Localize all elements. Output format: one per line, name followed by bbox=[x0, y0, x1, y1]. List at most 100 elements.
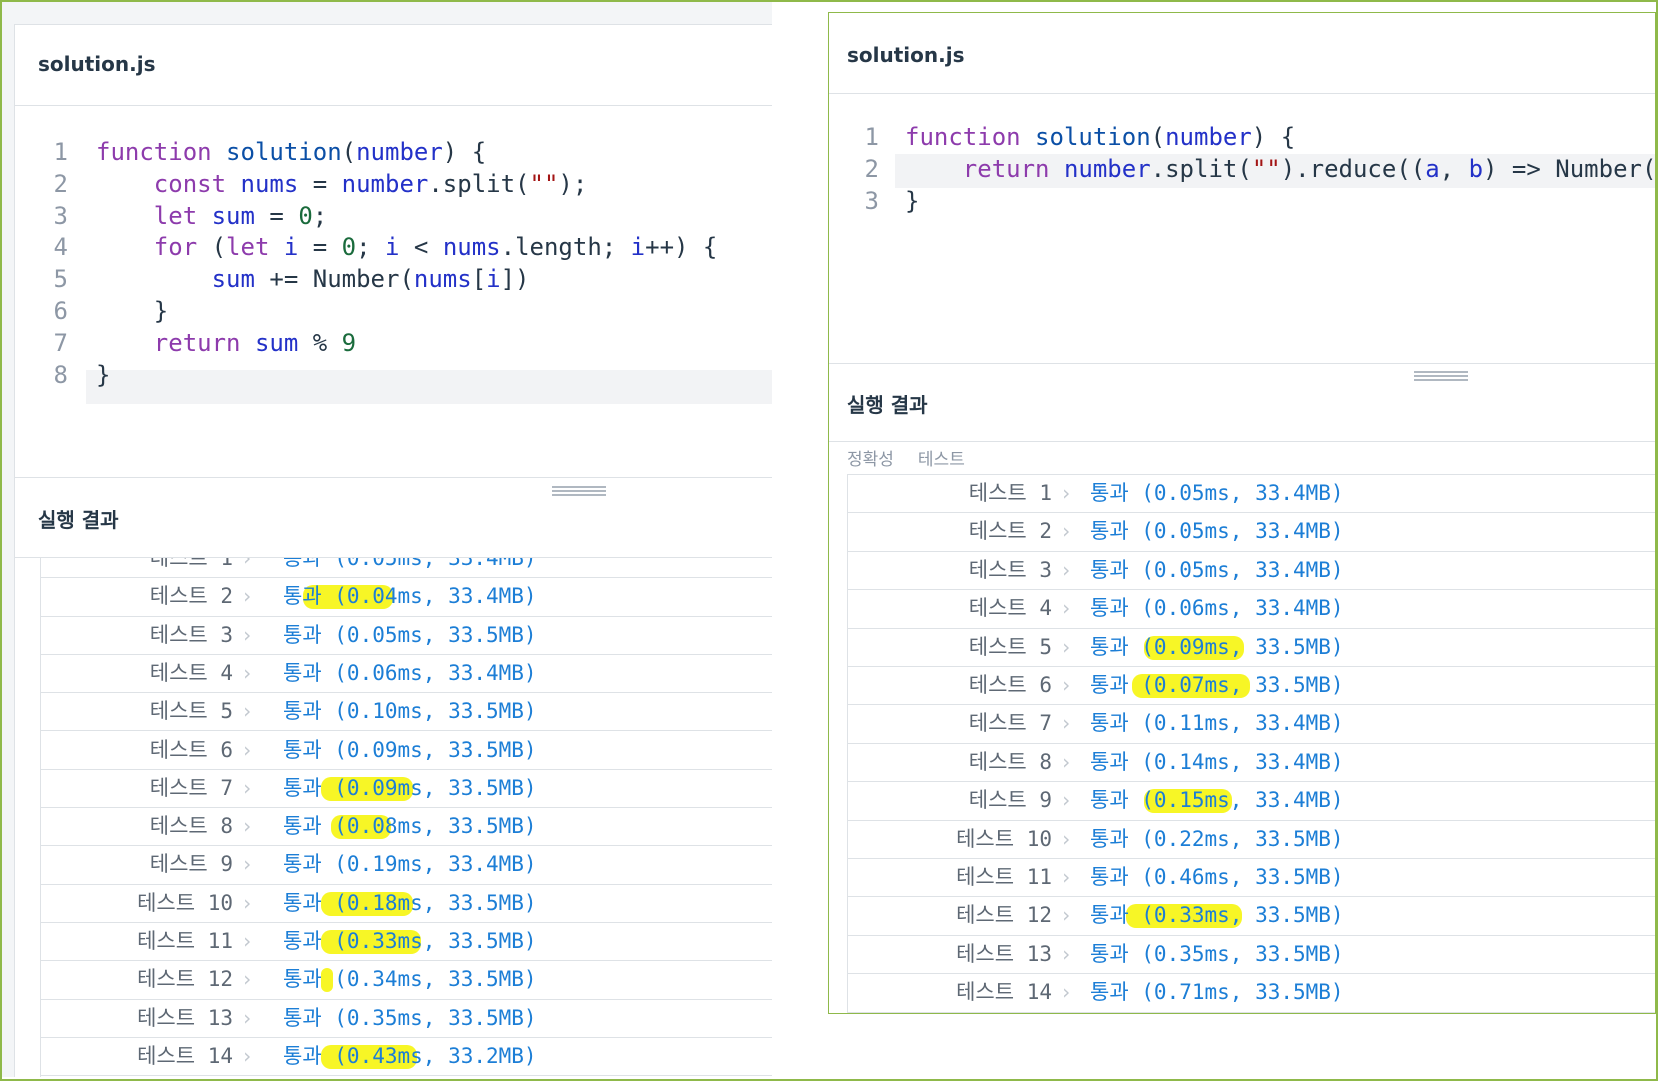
code-line[interactable]: 4 for (let i = 0; i < nums.length; i++) … bbox=[14, 230, 772, 264]
test-row[interactable]: 테스트 10 › 통과 (0.18ms, 33.5MB) bbox=[41, 885, 772, 923]
code-token: } bbox=[96, 297, 169, 325]
code-line[interactable]: 7 return sum % 9 bbox=[14, 326, 772, 360]
test-row[interactable]: 테스트 5 › 통과 (0.09ms, 33.5MB) bbox=[848, 629, 1655, 667]
chevron-right-icon: › bbox=[241, 622, 254, 647]
test-row[interactable]: 테스트 6 › 통과 (0.07ms, 33.5MB) bbox=[848, 667, 1655, 706]
line-number: 8 bbox=[53, 360, 68, 389]
code-line[interactable]: 2 const nums = number.split(""); bbox=[14, 167, 772, 201]
test-result: 통과 (0.10ms, 33.5MB) bbox=[283, 699, 537, 724]
results-title: 실행 결과 bbox=[847, 393, 928, 417]
test-row[interactable]: 테스트 3 › 통과 (0.05ms, 33.4MB) bbox=[848, 552, 1655, 591]
test-row[interactable]: 테스트 2 › 통과 (0.05ms, 33.4MB) bbox=[848, 513, 1655, 552]
chevron-right-icon: › bbox=[241, 1005, 254, 1030]
code-token: .split( bbox=[428, 169, 530, 198]
test-row[interactable]: 테스트 12 › 통과 (0.34ms, 33.5MB) bbox=[41, 961, 772, 1000]
chevron-right-icon: › bbox=[241, 584, 254, 609]
code-token: ).reduce(( bbox=[1280, 155, 1426, 183]
test-row[interactable]: 테스트 9 › 통과 (0.19ms, 33.4MB) bbox=[41, 846, 772, 885]
results-title: 실행 결과 bbox=[38, 508, 119, 532]
test-label: 테스트 4 bbox=[149, 660, 233, 685]
test-row[interactable]: 테스트 14 › 통과 (0.43ms, 33.2MB) bbox=[41, 1038, 772, 1077]
code-editor[interactable]: 1 function solution(number) {2 return num… bbox=[829, 120, 1656, 240]
code-line[interactable]: 5 sum += Number(nums[i]) bbox=[14, 262, 772, 296]
code-token: i bbox=[630, 233, 646, 262]
test-row[interactable]: 테스트 11 › 통과 (0.46ms, 33.5MB) bbox=[848, 859, 1655, 898]
test-result: 통과 (0.09ms, 33.5MB) bbox=[283, 737, 537, 762]
resize-handle[interactable] bbox=[552, 486, 606, 496]
test-result: 통과 (0.19ms, 33.4MB) bbox=[283, 852, 537, 877]
tab-accuracy[interactable]: 정확성 bbox=[847, 450, 894, 470]
test-row[interactable]: 테스트 12 › 통과 (0.33ms, 33.5MB) bbox=[848, 897, 1655, 936]
test-row[interactable]: 테스트 1 › 통과 (0.05ms, 33.4MB) bbox=[41, 558, 772, 579]
test-row[interactable]: 테스트 9 › 통과 (0.15ms, 33.4MB) bbox=[848, 782, 1655, 821]
code-token: i bbox=[486, 265, 501, 294]
code-token: sum bbox=[254, 328, 299, 357]
test-row[interactable]: 테스트 14 › 통과 (0.71ms, 33.5MB) bbox=[848, 974, 1655, 1013]
code-token: i bbox=[385, 233, 400, 262]
test-row[interactable]: 테스트 13 › 통과 (0.35ms, 33.5MB) bbox=[41, 1000, 772, 1038]
test-label: 테스트 5 bbox=[149, 699, 233, 724]
test-row[interactable]: 테스트 8 › 통과 (0.14ms, 33.4MB) bbox=[848, 744, 1655, 783]
chevron-right-icon: › bbox=[1060, 941, 1073, 966]
test-label: 테스트 6 bbox=[149, 737, 233, 762]
code-token: } bbox=[905, 187, 920, 215]
code-line[interactable]: 3} bbox=[829, 184, 1655, 218]
top-strip bbox=[2, 2, 772, 25]
test-result: 통과 (0.33ms, 33.5MB) bbox=[283, 929, 537, 953]
code-text: } bbox=[96, 358, 110, 392]
test-row[interactable]: 테스트 11 › 통과 (0.33ms, 33.5MB) bbox=[41, 923, 772, 962]
test-row[interactable]: 테스트 3 › 통과 (0.05ms, 33.5MB) bbox=[41, 617, 772, 655]
test-row[interactable]: 테스트 7 › 통과 (0.09ms, 33.5MB) bbox=[41, 770, 772, 809]
code-text: } bbox=[905, 184, 919, 218]
test-result: 통과 (0.22ms, 33.5MB) bbox=[1090, 826, 1344, 851]
test-row[interactable]: 테스트 5 › 통과 (0.10ms, 33.5MB) bbox=[41, 693, 772, 732]
test-row[interactable]: 테스트 13 › 통과 (0.35ms, 33.5MB) bbox=[848, 936, 1655, 975]
test-label: 테스트 3 bbox=[968, 557, 1052, 582]
code-line[interactable]: 1 function solution(number) { bbox=[14, 135, 772, 169]
code-token: ]) bbox=[500, 265, 530, 294]
resize-handle[interactable] bbox=[1414, 371, 1468, 381]
chevron-right-icon: › bbox=[1060, 481, 1073, 505]
test-result: 통과 (0.04ms, 33.4MB) bbox=[283, 584, 537, 609]
code-line[interactable]: 2 return number.split("").reduce((a, b) … bbox=[829, 152, 1656, 186]
test-label: 테스트 2 bbox=[149, 584, 233, 609]
code-token: ) { bbox=[442, 138, 487, 166]
code-token: = bbox=[254, 201, 299, 230]
code-line[interactable]: 6 } bbox=[14, 294, 772, 328]
code-line[interactable]: 8} bbox=[14, 358, 772, 392]
test-row[interactable]: 테스트 8 › 통과 (0.08ms, 33.5MB) bbox=[41, 808, 772, 847]
test-row[interactable]: 테스트 2 › 통과 (0.04ms, 33.4MB) bbox=[41, 578, 772, 617]
code-token: return bbox=[153, 328, 255, 357]
test-row[interactable]: 테스트 4 › 통과 (0.06ms, 33.4MB) bbox=[41, 655, 772, 694]
test-row[interactable]: 테스트 10 › 통과 (0.22ms, 33.5MB) bbox=[848, 821, 1655, 859]
code-token: for bbox=[153, 233, 212, 262]
code-token: let bbox=[153, 201, 212, 230]
code-text: function solution(number) { bbox=[905, 120, 1295, 154]
code-token: function bbox=[905, 123, 1036, 151]
line-number: 2 bbox=[864, 155, 879, 183]
code-token: return bbox=[962, 155, 1064, 183]
test-row[interactable]: 테스트 6 › 통과 (0.09ms, 33.5MB) bbox=[41, 732, 772, 770]
code-token: 9 bbox=[341, 328, 357, 357]
code-editor[interactable]: 1 function solution(number) {2 const nums… bbox=[14, 135, 772, 425]
tab-test[interactable]: 테스트 bbox=[918, 450, 965, 470]
code-token: ( bbox=[341, 138, 357, 166]
test-row[interactable]: 테스트 1 › 통과 (0.05ms, 33.4MB) bbox=[848, 475, 1655, 514]
code-token: ) => Number( bbox=[1483, 155, 1656, 183]
code-text: return number.split("").reduce((a, b) =>… bbox=[905, 152, 1656, 186]
test-row[interactable]: 테스트 4 › 통과 (0.06ms, 33.4MB) bbox=[848, 590, 1655, 629]
code-token: "" bbox=[529, 169, 559, 198]
code-text: return sum % 9 bbox=[96, 326, 356, 360]
chevron-right-icon: › bbox=[1060, 788, 1073, 813]
code-line[interactable]: 1 function solution(number) { bbox=[829, 120, 1655, 154]
test-row[interactable]: 테스트 7 › 통과 (0.11ms, 33.4MB) bbox=[848, 705, 1655, 744]
test-result: 통과 (0.05ms, 33.4MB) bbox=[1090, 481, 1344, 505]
code-line[interactable]: 3 let sum = 0; bbox=[14, 199, 772, 233]
code-token: number bbox=[356, 138, 443, 166]
test-result: 통과 (0.06ms, 33.4MB) bbox=[283, 660, 537, 685]
test-label: 테스트 11 bbox=[956, 865, 1052, 889]
